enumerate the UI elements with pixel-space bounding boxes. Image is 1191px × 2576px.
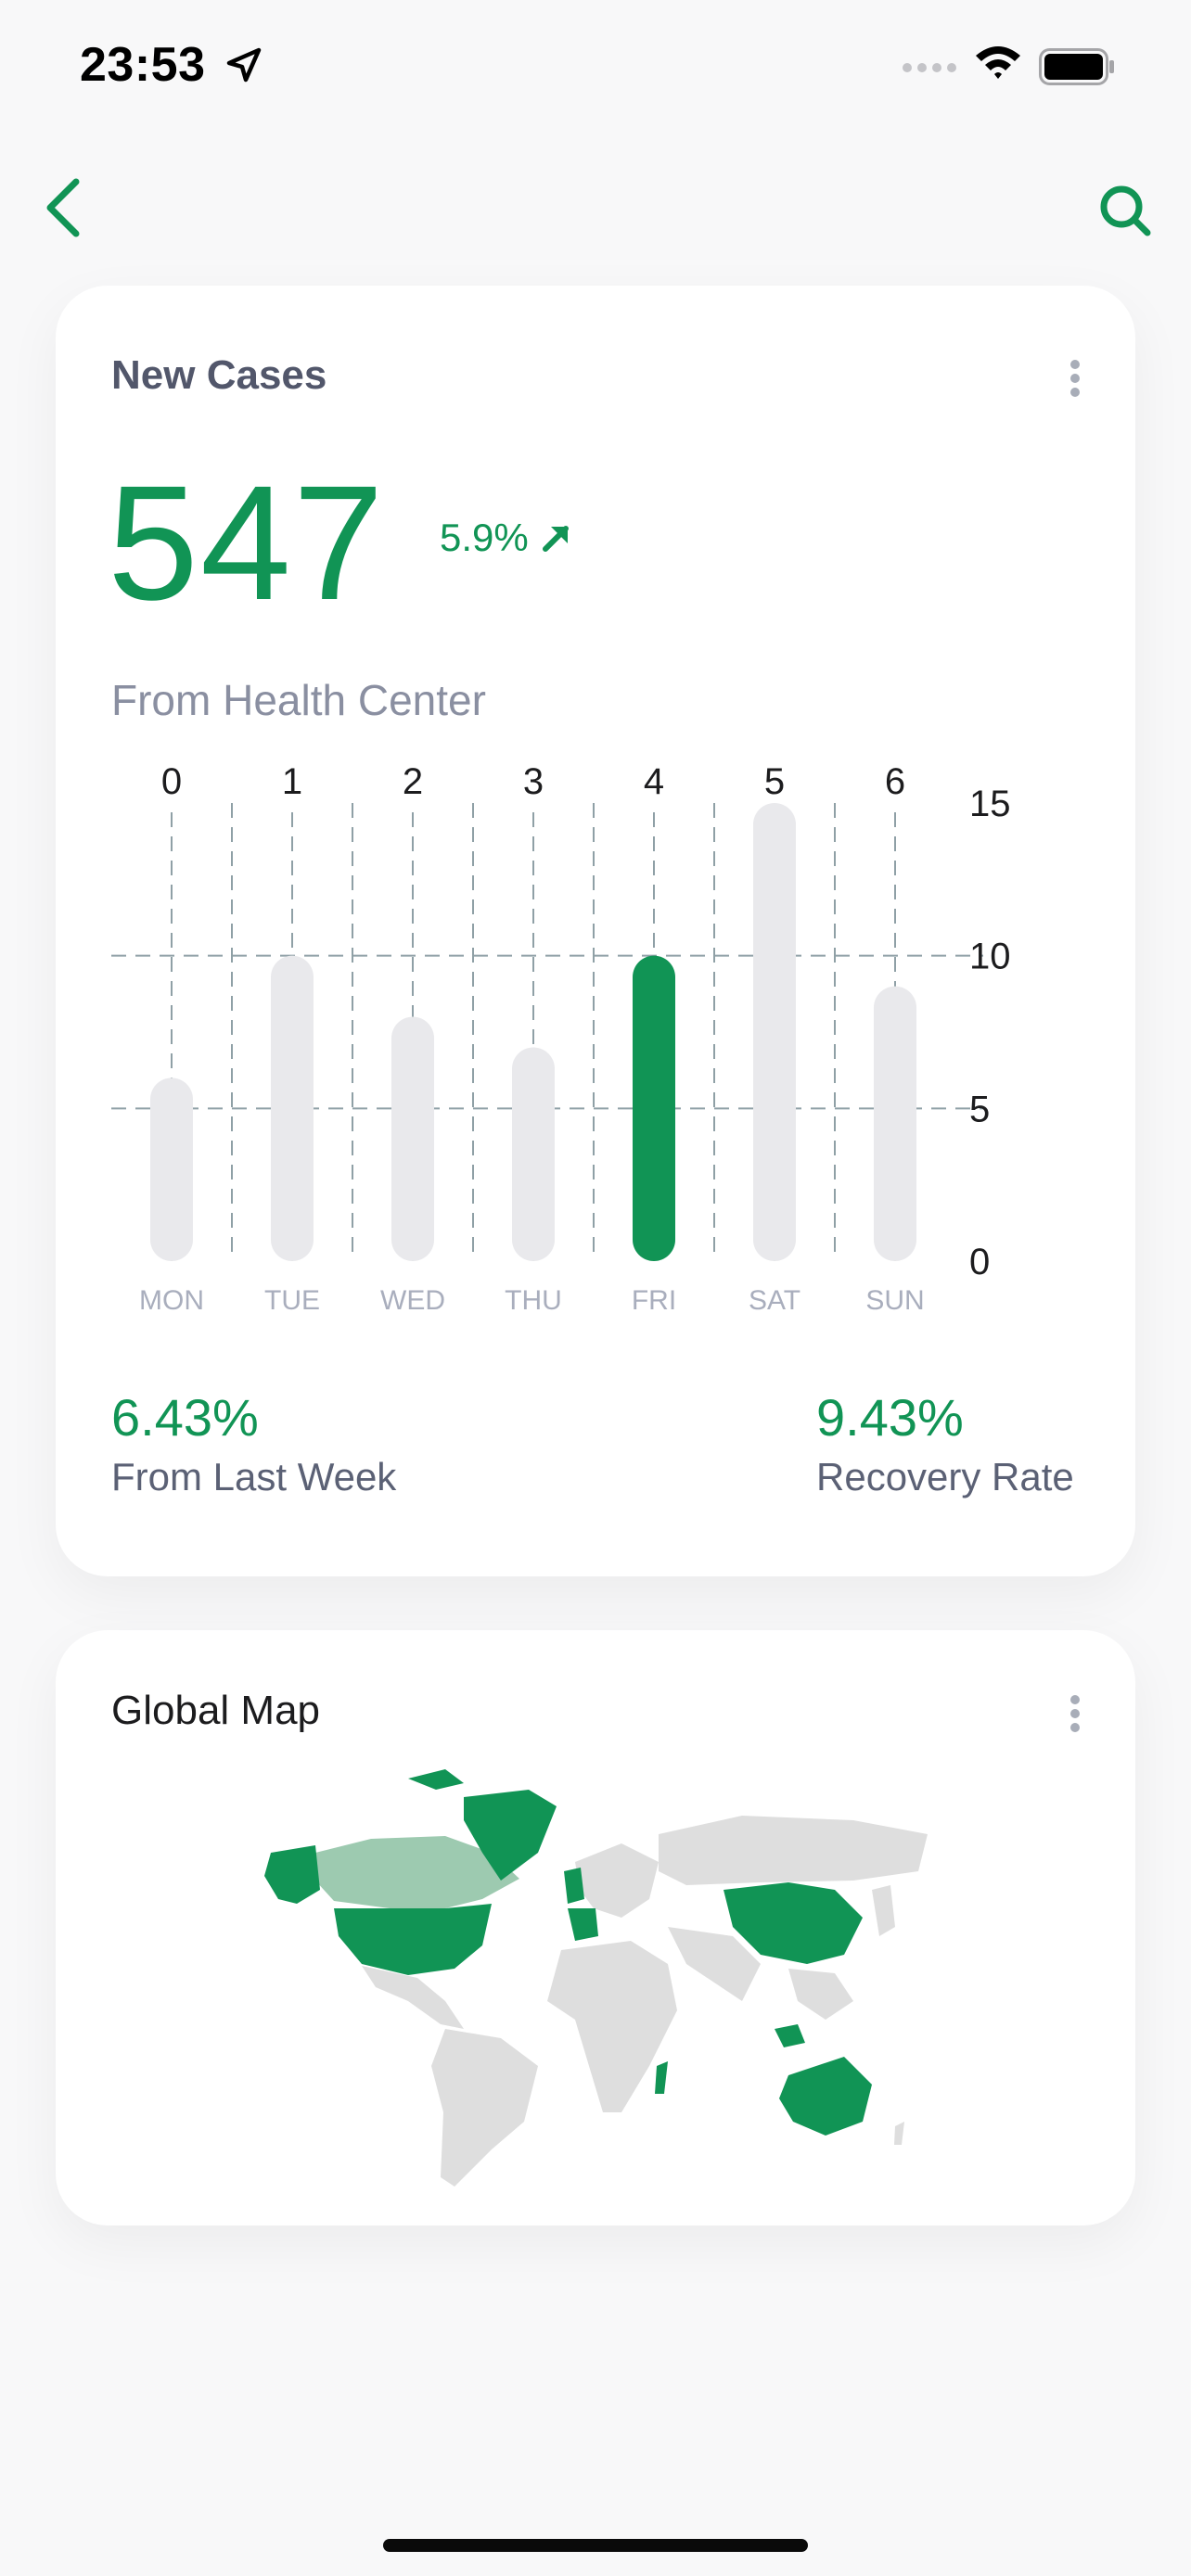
recovery-rate-label: Recovery Rate (816, 1455, 1074, 1498)
x-category-label: THU (505, 1285, 562, 1316)
bar-mon (150, 1078, 193, 1261)
status-bar: 23:53 (0, 0, 1191, 130)
map-region-europe[interactable] (575, 1843, 659, 1918)
last-week-stat: 6.43% From Last Week (111, 1387, 396, 1499)
map-region-southeast-asia[interactable] (788, 1969, 853, 2020)
recovery-rate-value: 9.43% (816, 1388, 964, 1447)
chevron-left-icon (46, 178, 80, 237)
bar-sat (753, 803, 796, 1261)
recovery-rate-stat: 9.43% Recovery Rate (816, 1387, 1074, 1499)
map-region-usa[interactable] (334, 1904, 492, 1975)
map-region-russia[interactable] (659, 1816, 928, 1885)
x-top-tick-label: 2 (403, 761, 423, 802)
map-region-central-america[interactable] (362, 1966, 464, 2029)
bar-tue (271, 955, 314, 1261)
y-tick-label: 0 (969, 1242, 990, 1282)
last-week-label: From Last Week (111, 1455, 397, 1498)
x-top-tick-label: 1 (282, 761, 302, 802)
x-category-label: MON (139, 1285, 204, 1316)
x-top-tick-label: 6 (885, 761, 905, 802)
map-region-australia[interactable] (779, 2057, 872, 2136)
back-button[interactable] (37, 172, 89, 243)
x-category-label: TUE (264, 1285, 320, 1316)
y-tick-label: 5 (969, 1089, 990, 1129)
bar-wed (391, 1016, 434, 1261)
map-region-east-asia[interactable] (872, 1885, 895, 1936)
map-region-madagascar[interactable] (655, 2061, 668, 2094)
map-region-south-america[interactable] (431, 2029, 538, 2187)
map-region-new-zealand[interactable] (894, 2122, 904, 2145)
x-top-tick-label: 0 (161, 761, 182, 802)
wifi-icon (976, 46, 1020, 79)
map-region-france[interactable] (568, 1908, 598, 1941)
map-region-arctic-island[interactable] (408, 1769, 464, 1790)
cellular-signal-icon (903, 63, 956, 72)
last-week-value: 6.43% (111, 1388, 259, 1447)
x-top-tick-label: 5 (764, 761, 785, 802)
y-tick-label: 15 (969, 784, 1011, 824)
x-category-label: SAT (749, 1285, 800, 1316)
y-tick-label: 10 (969, 937, 1011, 977)
location-arrow-icon (226, 47, 262, 83)
x-category-label: FRI (632, 1285, 676, 1316)
home-indicator[interactable] (383, 2539, 808, 2552)
status-time: 23:53 (80, 38, 206, 92)
x-category-label: WED (380, 1285, 445, 1316)
bar-thu (512, 1047, 555, 1261)
battery-icon (1039, 48, 1114, 85)
bar-fri (633, 955, 675, 1261)
search-button[interactable] (1093, 178, 1158, 243)
x-top-tick-label: 4 (644, 761, 664, 802)
weekly-cases-chart: 0 1 2 3 4 5 6 MON TUE WED THU FRI SAT SUN 0 5 10 15 (111, 761, 1011, 1316)
search-icon (1100, 185, 1151, 236)
map-region-alaska[interactable] (264, 1845, 320, 1904)
x-top-tick-label: 3 (523, 761, 544, 802)
new-cases-card: New Cases 547 5.9% From Health Center 01… (56, 286, 1135, 1576)
world-map[interactable] (56, 1630, 1135, 2225)
global-map-card: Global Map (56, 1630, 1135, 2225)
bar-sun (874, 986, 916, 1261)
x-category-label: SUN (865, 1285, 924, 1316)
map-region-indonesia[interactable] (775, 2024, 805, 2047)
